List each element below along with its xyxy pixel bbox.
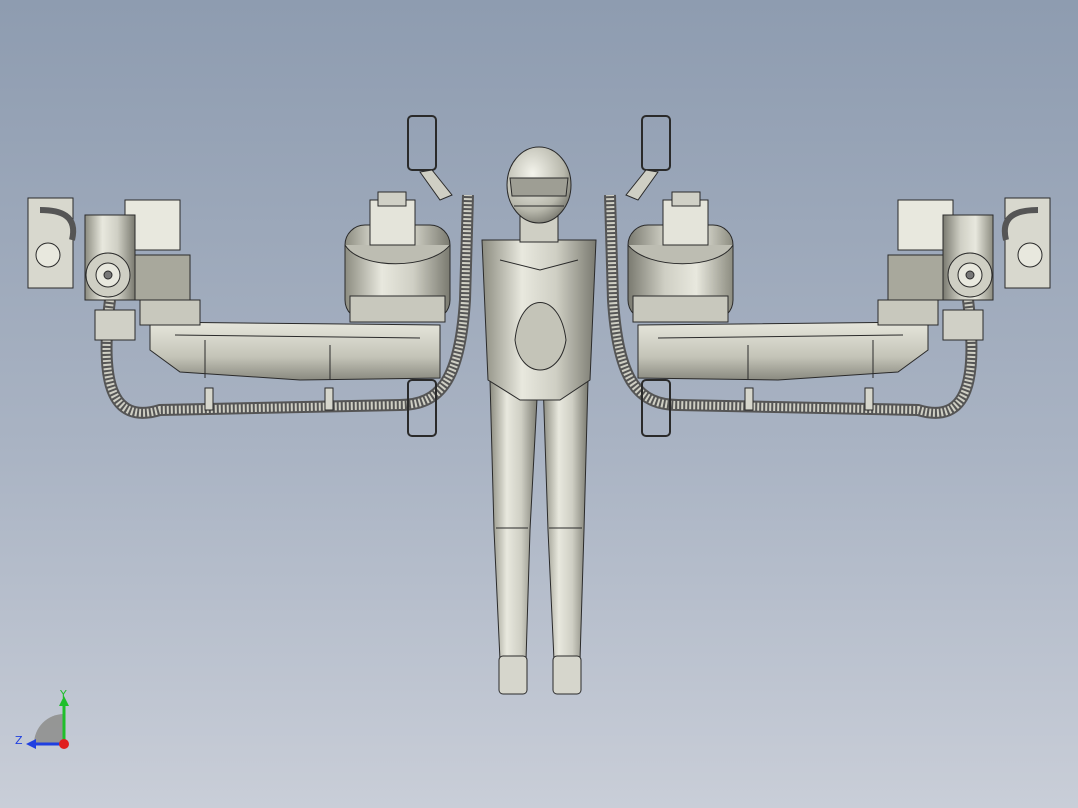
- y-axis-label: Y: [59, 688, 67, 701]
- z-axis-arrowhead: [26, 739, 36, 749]
- left-thruster-assembly: [27, 115, 474, 437]
- coordinate-triad: Y Z: [15, 688, 69, 749]
- z-axis-label: Z: [15, 734, 23, 747]
- graphics-viewport[interactable]: Y Z: [0, 0, 1078, 808]
- jetpack-model[interactable]: [0, 0, 1078, 808]
- x-axis-dot: [59, 739, 69, 749]
- right-thruster-assembly: [604, 115, 1051, 437]
- mannequin-figure: [481, 146, 597, 695]
- triad-arc: [34, 714, 64, 744]
